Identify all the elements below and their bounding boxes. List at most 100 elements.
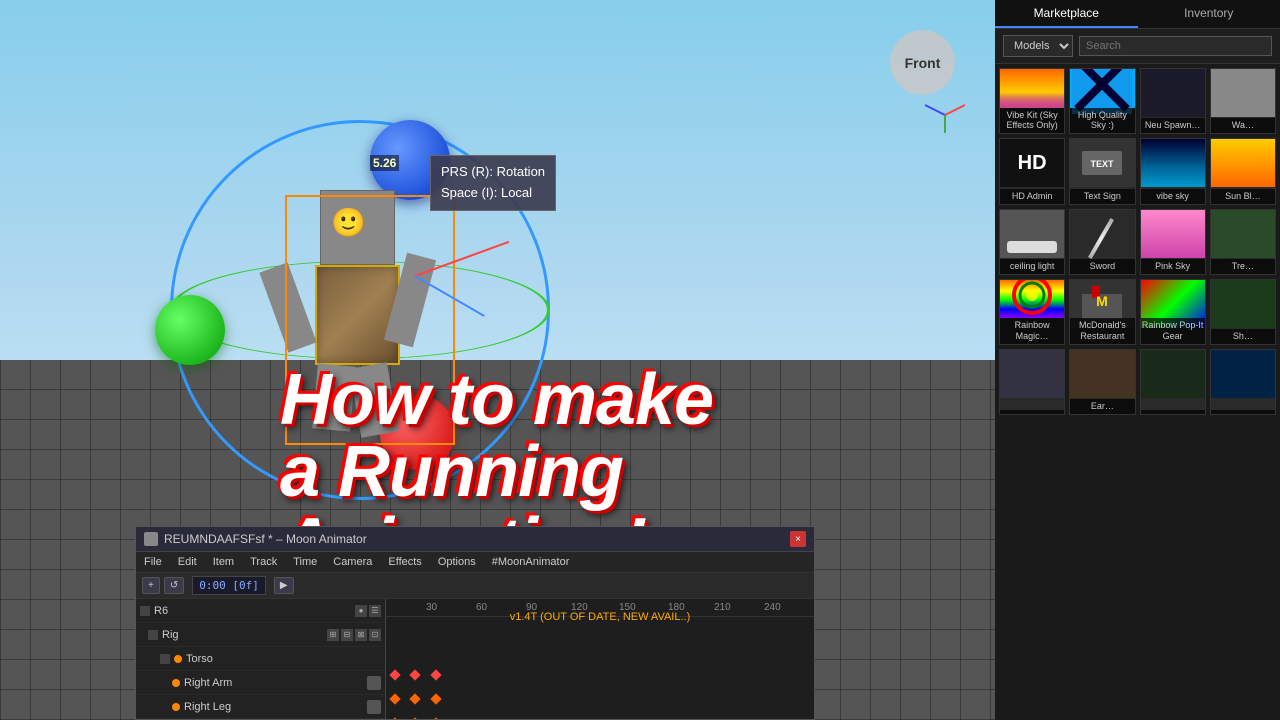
menu-edit[interactable]: Edit (176, 554, 199, 570)
tab-inventory[interactable]: Inventory (1138, 0, 1280, 28)
menu-camera[interactable]: Camera (331, 554, 374, 570)
grid-item-spawn-label: Neu Spawn… (1141, 118, 1205, 133)
grid-item-wall[interactable]: Wa… (1210, 68, 1276, 134)
track-row-right-leg[interactable]: Right Leg (136, 695, 385, 719)
grid-item-earthy-label: Ear… (1070, 399, 1134, 414)
ruler-210: 210 (714, 602, 731, 613)
ruler-120: 120 (571, 602, 588, 613)
grid-item-sh[interactable]: Sh… (1210, 279, 1276, 345)
track-expand-torso[interactable] (160, 654, 170, 664)
right-leg-lock[interactable] (367, 700, 381, 714)
grid-item-mcdonalds-label: McDonald's Restaurant (1070, 318, 1134, 344)
keyframe-7[interactable] (389, 717, 400, 719)
grid-item-rainbow-pop-label: Rainbow Pop-It Gear (1141, 318, 1205, 344)
ruler-60: 60 (476, 602, 487, 613)
keyframe-9[interactable] (430, 717, 441, 719)
menu-item[interactable]: Item (211, 554, 236, 570)
search-input[interactable] (1079, 36, 1272, 56)
track-row-r6[interactable]: R6 ● ☰ (136, 599, 385, 623)
track-rig-ctrl1[interactable]: ⊞ (327, 629, 339, 641)
grid-item-buildings-label (1000, 410, 1064, 414)
grid-item-mcdonalds[interactable]: M McDonald's Restaurant (1069, 279, 1135, 345)
moon-animator-panel[interactable]: REUMNDAAFSFsf * – Moon Animator × File E… (135, 526, 815, 720)
grid-item-sunbl[interactable]: Sun Bl… (1210, 138, 1276, 204)
timecode-display: 0:00 [0f] (192, 576, 266, 595)
grid-item-buildings[interactable] (999, 349, 1065, 415)
track-row-rig[interactable]: Rig ⊞ ⊟ ⊠ ⊡ (136, 623, 385, 647)
right-leg-icon (172, 703, 180, 711)
sword-shape (1088, 218, 1114, 259)
moon-animator-title: REUMNDAAFSFsf * – Moon Animator (164, 532, 367, 546)
items-grid: Vibe Kit (Sky Effects Only) High Quality… (995, 64, 1280, 720)
torso-icon (174, 655, 182, 663)
grid-item-ceiling-light[interactable]: ceiling light (999, 209, 1065, 275)
sphere-arm-control[interactable] (155, 295, 225, 365)
grid-item-tre[interactable]: Tre… (1210, 209, 1276, 275)
character-area: 🙂 (150, 100, 570, 560)
menu-file[interactable]: File (142, 554, 164, 570)
grid-item-vibe-sky[interactable]: vibe sky (1140, 138, 1206, 204)
right-arm-lock[interactable] (367, 676, 381, 690)
track-row-torso[interactable]: Torso (136, 647, 385, 671)
track-rig-ctrl4[interactable]: ⊡ (369, 629, 381, 641)
grid-item-rainbow-magic[interactable]: Rainbow Magic… (999, 279, 1065, 345)
grid-item-mystery[interactable] (1210, 349, 1276, 415)
models-dropdown[interactable]: Models (1003, 35, 1073, 57)
play-button[interactable]: ▶ (274, 577, 294, 594)
toolbar-btn-2[interactable]: ↺ (164, 577, 184, 594)
grid-item-rainbow-pop[interactable]: Rainbow Pop-It Gear (1140, 279, 1206, 345)
keyframe-6[interactable] (430, 693, 441, 704)
menu-options[interactable]: Options (436, 554, 478, 570)
grid-item-wall-label: Wa… (1211, 118, 1275, 133)
grid-item-sword[interactable]: Sword (1069, 209, 1135, 275)
track-rig-ctrl3[interactable]: ⊠ (355, 629, 367, 641)
keyframe-4[interactable] (389, 693, 400, 704)
grid-item-trees2-label (1141, 410, 1205, 414)
track-r6-ctrl2[interactable]: ☰ (369, 605, 381, 617)
grid-item-text-sign[interactable]: TEXT Text Sign (1069, 138, 1135, 204)
grid-item-earthy[interactable]: Ear… (1069, 349, 1135, 415)
timeline-area: R6 ● ☰ Rig ⊞ ⊟ ⊠ ⊡ (136, 599, 814, 719)
track-r6-label: R6 (154, 605, 168, 617)
timeline-ruler: 30 60 90 120 150 180 210 240 (386, 599, 814, 719)
moon-close-button[interactable]: × (790, 531, 806, 547)
menu-track[interactable]: Track (248, 554, 279, 570)
front-label: Front (890, 30, 955, 95)
svg-text:TEXT: TEXT (1091, 159, 1115, 169)
tab-marketplace[interactable]: Marketplace (995, 0, 1138, 28)
track-rig-controls: ⊞ ⊟ ⊠ ⊡ (327, 629, 381, 641)
grid-item-hq-sky[interactable]: High Quality Sky :) (1069, 68, 1135, 134)
ruler-180: 180 (668, 602, 685, 613)
keyframe-5[interactable] (409, 693, 420, 704)
svg-text:M: M (1097, 293, 1109, 309)
menu-effects[interactable]: Effects (386, 554, 423, 570)
keyframe-3[interactable] (430, 669, 441, 680)
track-expand-r6[interactable] (140, 606, 150, 616)
add-keyframe-button[interactable]: + (142, 577, 160, 594)
menu-moonanimator-tag[interactable]: #MoonAnimator (490, 554, 572, 570)
track-row-right-arm[interactable]: Right Arm (136, 671, 385, 695)
keyframe-2[interactable] (409, 669, 420, 680)
grid-item-spawn[interactable]: Neu Spawn… (1140, 68, 1206, 134)
right-sidebar: Marketplace Inventory Models Vibe Kit (S… (995, 0, 1280, 720)
grid-item-sunbl-label: Sun Bl… (1211, 189, 1275, 204)
grid-item-pink-sky[interactable]: Pink Sky (1140, 209, 1206, 275)
keyframe-1[interactable] (389, 669, 400, 680)
moon-menu-bar: File Edit Item Track Time Camera Effects… (136, 552, 814, 573)
grid-item-text-sign-label: Text Sign (1070, 189, 1134, 204)
grid-item-sh-label: Sh… (1211, 329, 1275, 344)
grid-item-trees2[interactable] (1140, 349, 1206, 415)
track-r6-ctrl1[interactable]: ● (355, 605, 367, 617)
bounding-box (285, 195, 455, 445)
grid-item-ceiling-light-label: ceiling light (1000, 259, 1064, 274)
menu-time[interactable]: Time (291, 554, 319, 570)
keyframe-8[interactable] (409, 717, 420, 719)
track-torso-label: Torso (186, 653, 213, 665)
track-rig-ctrl2[interactable]: ⊟ (341, 629, 353, 641)
grid-item-hd-admin[interactable]: HD HD Admin (999, 138, 1065, 204)
grid-item-vibe-sky-label: vibe sky (1141, 189, 1205, 204)
axis-arrows (920, 95, 970, 135)
grid-item-vibe-kit[interactable]: Vibe Kit (Sky Effects Only) (999, 68, 1065, 134)
track-expand-rig[interactable] (148, 630, 158, 640)
track-right-arm-label: Right Arm (184, 677, 232, 689)
